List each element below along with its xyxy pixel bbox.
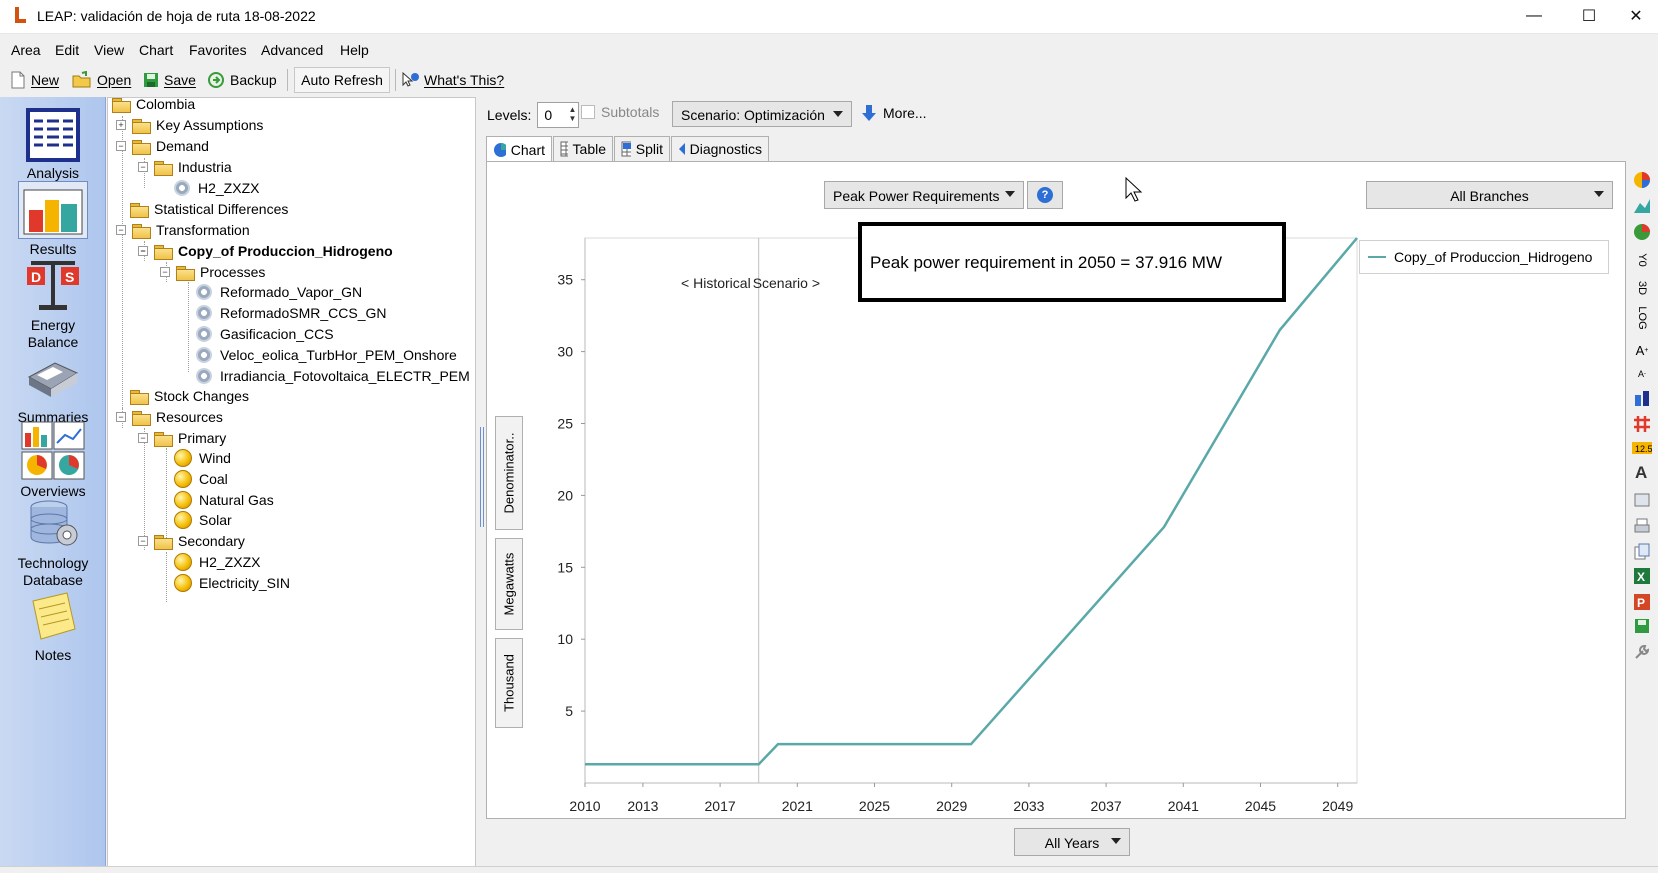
legend-swatch bbox=[1368, 256, 1386, 258]
image-export-icon[interactable] bbox=[1632, 490, 1652, 510]
wrench-icon[interactable] bbox=[1632, 642, 1652, 662]
chart-type-icon[interactable] bbox=[1632, 170, 1652, 190]
svg-text:12.5: 12.5 bbox=[1635, 444, 1652, 454]
stacked-bars-icon[interactable] bbox=[1632, 388, 1652, 408]
line-chart: 51015202530352010 2013 2017 2021 2025 2029 203… bbox=[557, 237, 1358, 814]
y-tick-label: 5 bbox=[565, 703, 573, 719]
svg-text:X: X bbox=[1637, 570, 1645, 584]
save-chart-icon[interactable] bbox=[1632, 616, 1652, 636]
font-style-icon[interactable]: A bbox=[1632, 462, 1652, 482]
y-tick-label: 20 bbox=[557, 487, 573, 503]
legend-entry: Copy_of Produccion_Hidrogeno bbox=[1394, 249, 1593, 265]
y-tick-label: 30 bbox=[557, 344, 573, 360]
data-labels-icon[interactable]: 12.5 bbox=[1632, 438, 1652, 458]
x-tick-label: 2037 bbox=[1091, 798, 1122, 814]
scenario-label: Scenario > bbox=[753, 275, 820, 291]
y-tick-label: 35 bbox=[557, 272, 573, 288]
powerpoint-export-icon[interactable]: P bbox=[1632, 592, 1652, 612]
font-increase-icon[interactable]: A + bbox=[1632, 340, 1652, 360]
x-tick-label: 2017 bbox=[705, 798, 736, 814]
log-scale-icon[interactable]: LOG bbox=[1632, 306, 1652, 329]
excel-export-icon[interactable]: X bbox=[1632, 566, 1652, 586]
years-dropdown[interactable]: All Years bbox=[1014, 828, 1130, 856]
historical-label: < Historical bbox=[681, 275, 751, 291]
status-bar bbox=[0, 866, 1658, 873]
plot-area bbox=[584, 237, 1358, 784]
x-tick-label: 2029 bbox=[936, 798, 967, 814]
area-chart-icon[interactable] bbox=[1632, 196, 1652, 216]
print-icon[interactable] bbox=[1632, 516, 1652, 536]
copy-icon[interactable] bbox=[1632, 542, 1652, 562]
pie-chart-icon[interactable] bbox=[1632, 222, 1652, 242]
y-tick-label: 10 bbox=[557, 631, 573, 647]
x-tick-label: 2021 bbox=[782, 798, 813, 814]
annotation-text: Peak power requirement in 2050 = 37.916 … bbox=[870, 253, 1223, 272]
x-tick-label: 2025 bbox=[859, 798, 890, 814]
3d-toggle-icon[interactable]: 3D bbox=[1632, 278, 1652, 298]
x-tick-label: 2010 bbox=[569, 798, 600, 814]
grid-icon[interactable] bbox=[1632, 414, 1652, 434]
chart-annotation-box: Peak power requirement in 2050 = 37.916 … bbox=[858, 222, 1286, 302]
x-tick-label: 2013 bbox=[627, 798, 658, 814]
chart-options-toolbar: Y0 3D LOG A + A- 12.5 A X P bbox=[1628, 166, 1656, 706]
y0-toggle-icon[interactable]: Y0 bbox=[1632, 250, 1652, 270]
svg-text:P: P bbox=[1637, 596, 1645, 610]
chevron-down-icon bbox=[1111, 838, 1121, 844]
x-tick-label: 2041 bbox=[1168, 798, 1199, 814]
y-tick-label: 15 bbox=[557, 559, 573, 575]
chart-legend: Copy_of Produccion_Hidrogeno bbox=[1359, 240, 1609, 274]
x-tick-label: 2033 bbox=[1013, 798, 1044, 814]
svg-text:A: A bbox=[1635, 463, 1647, 481]
series-line-0 bbox=[585, 237, 1358, 766]
font-decrease-icon[interactable]: A- bbox=[1632, 364, 1652, 384]
x-tick-label: 2049 bbox=[1322, 798, 1353, 814]
y-tick-label: 25 bbox=[557, 416, 573, 432]
x-tick-label: 2045 bbox=[1245, 798, 1276, 814]
